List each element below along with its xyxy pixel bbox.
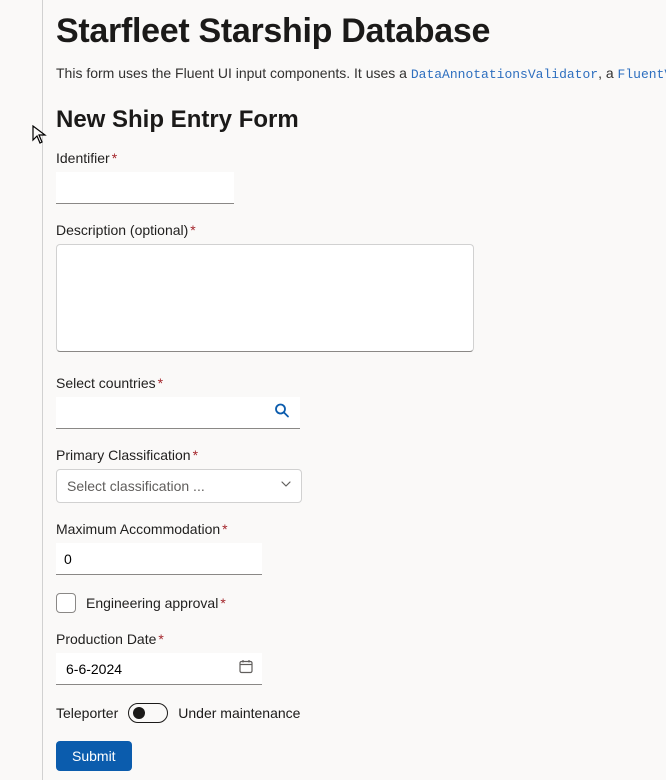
countries-label-text: Select countries xyxy=(56,375,156,391)
identifier-label-text: Identifier xyxy=(56,150,110,166)
required-mark: * xyxy=(112,150,117,166)
left-divider xyxy=(42,0,43,780)
required-mark: * xyxy=(190,222,195,238)
description-textarea[interactable] xyxy=(56,244,474,352)
code-fluent-validator: FluentValida xyxy=(618,67,666,82)
approval-label-text: Engineering approval xyxy=(86,595,218,611)
description-label: Description (optional)* xyxy=(56,222,666,238)
accommodation-label: Maximum Accommodation* xyxy=(56,521,666,537)
identifier-input[interactable] xyxy=(56,172,234,204)
required-mark: * xyxy=(193,447,198,463)
form-heading: New Ship Entry Form xyxy=(56,106,666,134)
teleporter-label: Teleporter xyxy=(56,705,118,721)
identifier-label: Identifier* xyxy=(56,150,666,166)
intro-mid: , a xyxy=(598,65,617,81)
description-label-text: Description (optional) xyxy=(56,222,188,238)
production-date-input[interactable] xyxy=(56,653,262,685)
classification-label: Primary Classification* xyxy=(56,447,666,463)
approval-label: Engineering approval* xyxy=(86,595,226,611)
teleporter-state: Under maintenance xyxy=(178,705,300,721)
countries-search-input[interactable] xyxy=(56,397,300,429)
required-mark: * xyxy=(158,375,163,391)
submit-button[interactable]: Submit xyxy=(56,741,132,771)
accommodation-label-text: Maximum Accommodation xyxy=(56,521,220,537)
page-title: Starfleet Starship Database xyxy=(56,12,666,51)
required-mark: * xyxy=(158,631,163,647)
intro-text: This form uses the Fluent UI input compo… xyxy=(56,65,666,82)
approval-checkbox[interactable] xyxy=(56,593,76,613)
required-mark: * xyxy=(220,595,225,611)
intro-prefix: This form uses the Fluent UI input compo… xyxy=(56,65,411,81)
countries-label: Select countries* xyxy=(56,375,666,391)
accommodation-input[interactable] xyxy=(56,543,262,575)
classification-select[interactable]: Select classification ... xyxy=(56,469,302,503)
code-data-annotations: DataAnnotationsValidator xyxy=(411,67,598,82)
production-date-label: Production Date* xyxy=(56,631,666,647)
classification-label-text: Primary Classification xyxy=(56,447,191,463)
main-content: Starfleet Starship Database This form us… xyxy=(0,0,666,771)
production-date-label-text: Production Date xyxy=(56,631,156,647)
required-mark: * xyxy=(222,521,227,537)
toggle-knob xyxy=(133,707,145,719)
teleporter-toggle[interactable] xyxy=(128,703,168,723)
